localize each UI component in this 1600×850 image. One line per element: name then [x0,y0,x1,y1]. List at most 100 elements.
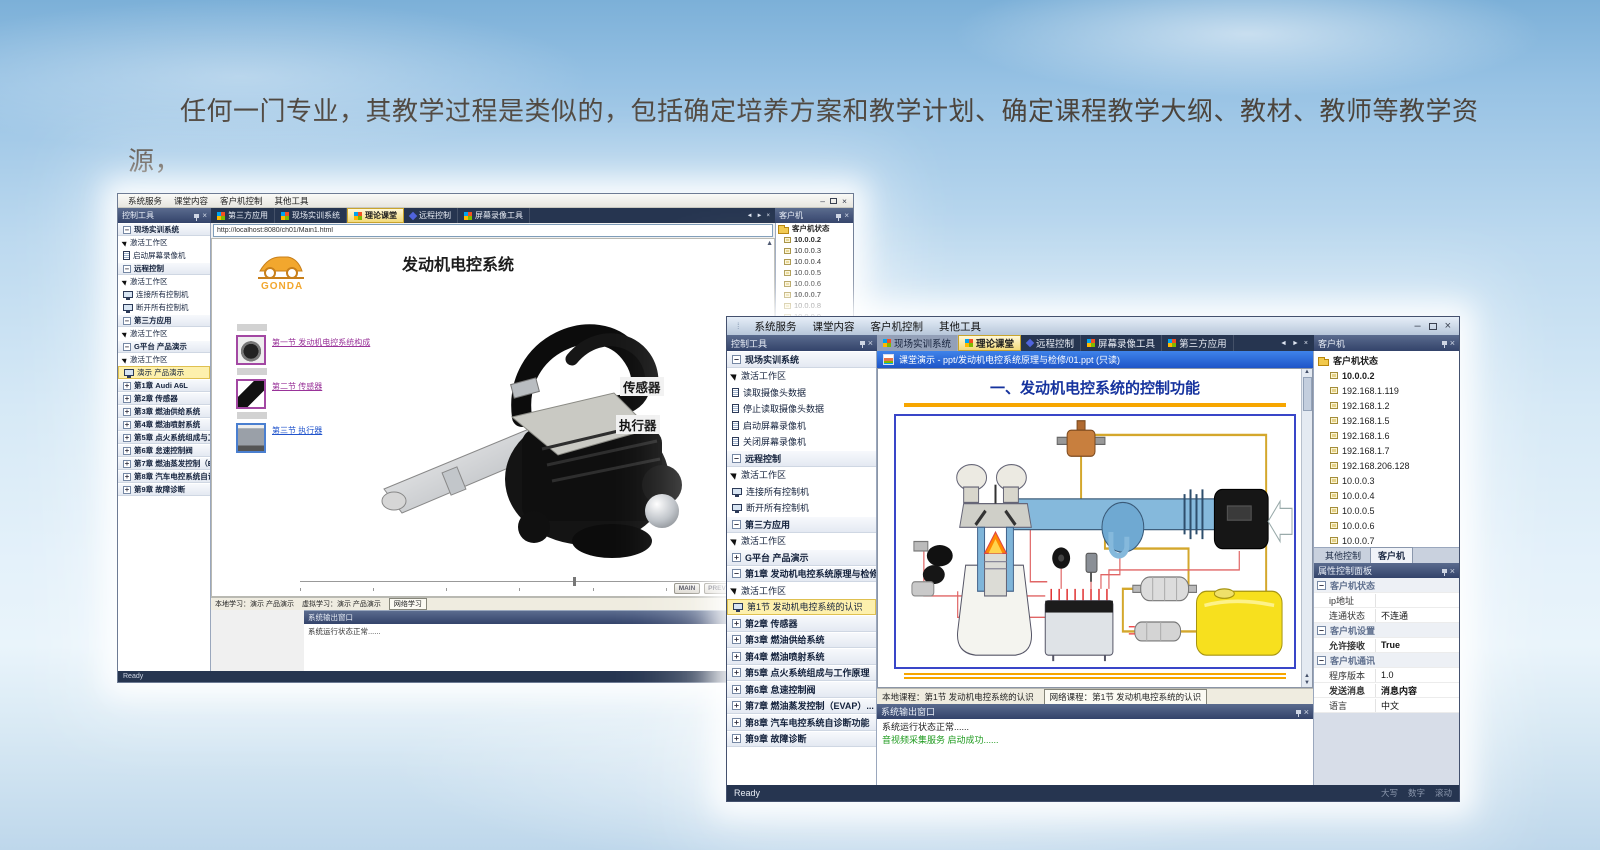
slider-thumb[interactable] [573,577,576,586]
tree-group[interactable]: +第2章 传感器 [118,392,210,405]
expand-icon[interactable]: + [732,668,741,677]
tree-item[interactable]: 激活工作区 [727,368,876,385]
section-link[interactable]: 第一节 发动机电控系统构成 [272,337,370,365]
minimize-icon[interactable]: – [820,196,825,206]
url-input[interactable] [213,224,773,237]
tree-item[interactable]: 激活工作区 [118,275,210,288]
property-row[interactable]: 程序版本1.0 [1314,668,1459,683]
expand-icon[interactable]: + [732,635,741,644]
property-value[interactable]: True [1376,640,1400,650]
menu-item[interactable]: 客户机控制 [871,319,924,334]
tree-group[interactable]: +第3章 燃油供给系统 [727,632,876,649]
collapse-icon[interactable]: − [1317,626,1326,635]
pin-icon[interactable] [194,214,199,218]
tree-item[interactable]: 演示 产品演示 [118,366,210,379]
minimize-icon[interactable]: – [1414,320,1420,332]
expand-icon[interactable]: + [123,395,131,403]
property-row[interactable]: ip地址 [1314,593,1459,608]
expand-icon[interactable]: + [123,460,131,468]
expand-icon[interactable]: + [732,685,741,694]
client-row[interactable]: 10.0.0.7 [776,289,853,300]
section-link[interactable]: 第三节 执行器 [272,425,322,453]
client-row[interactable]: 10.0.0.2 [1314,368,1459,383]
collapse-icon[interactable]: − [123,226,131,234]
client-row[interactable]: 10.0.0.6 [776,278,853,289]
client-row[interactable]: 10.0.0.7 [1314,533,1459,547]
tree-group[interactable]: −第1章 发动机电控系统原理与检修 [727,566,876,583]
client-row[interactable]: 10.0.0.3 [776,245,853,256]
tree-group[interactable]: −现场实训系统 [727,351,876,368]
client-row[interactable]: 192.168.1.2 [1314,398,1459,413]
close-icon[interactable]: × [844,211,849,220]
tree-group[interactable]: +第2章 传感器 [727,615,876,632]
pin-icon[interactable] [860,341,865,345]
pin-icon[interactable] [1442,569,1447,573]
course-tab[interactable]: 网络学习 [389,598,427,610]
scroll-up-icon[interactable]: ▲ [1304,369,1310,375]
menu-item[interactable]: 系统服务 [128,195,162,207]
expand-icon[interactable]: + [123,434,131,442]
slide-scrollbar[interactable]: ▲ ▲ ▼ [1301,369,1312,687]
workspace-tab[interactable]: 理论课堂 [347,208,404,223]
tree-item[interactable]: 连接所有控制机 [118,288,210,301]
tree-item[interactable]: 启动屏幕录像机 [118,249,210,262]
expand-icon[interactable]: + [732,553,741,562]
tree-item[interactable]: 第1节 发动机电控系统的认识 [727,599,876,616]
tree-item[interactable]: 激活工作区 [118,353,210,366]
scrollbar-thumb[interactable] [1303,377,1312,411]
client-row[interactable]: 10.0.0.3 [1314,473,1459,488]
expand-icon[interactable]: + [123,421,131,429]
tree-group[interactable]: +第9章 故障诊断 [727,731,876,748]
scroll-down-icon[interactable]: ▼ [1304,680,1310,686]
property-row[interactable]: 允许接收True [1314,638,1459,653]
section-thumbnail[interactable] [236,423,266,453]
close-icon[interactable]: × [1304,340,1308,347]
tree-item[interactable]: 断开所有控制机 [727,500,876,517]
client-root-folder[interactable]: 客户机状态 [1314,353,1459,368]
client-row[interactable]: 192.168.1.6 [1314,428,1459,443]
expand-icon[interactable]: + [123,486,131,494]
tree-group[interactable]: +第5章 点火系统组成与工作原理 [118,431,210,444]
expand-icon[interactable]: + [123,473,131,481]
tree-item[interactable]: 停止读取摄像头数据 [727,401,876,418]
close-icon[interactable]: × [202,211,207,220]
tab-next-icon[interactable]: ► [1292,340,1299,347]
client-row[interactable]: 10.0.0.4 [1314,488,1459,503]
menu-item[interactable]: 其他工具 [275,195,309,207]
close-icon[interactable]: × [1445,320,1451,332]
workspace-tab[interactable]: 现场实训系统 [877,335,958,351]
property-row[interactable]: 发送消息消息内容 [1314,683,1459,698]
restore-icon[interactable] [1429,323,1437,330]
scroll-up-icon[interactable]: ▲ [766,240,773,247]
panel-tab[interactable]: 其他控制 [1318,548,1368,563]
property-row[interactable]: 语言中文 [1314,698,1459,713]
property-value[interactable]: 不连通 [1376,609,1408,622]
tab-next-icon[interactable]: ► [757,213,763,219]
main-button[interactable]: MAIN [674,583,700,594]
menu-item[interactable]: 其他工具 [939,319,981,334]
client-row[interactable]: 10.0.0.5 [1314,503,1459,518]
tree-item[interactable]: 激活工作区 [118,327,210,340]
close-icon[interactable]: × [1450,338,1455,348]
tree-group[interactable]: +第1章 Audi A6L [118,379,210,392]
section-thumbnail[interactable] [236,335,266,365]
expand-icon[interactable]: + [732,652,741,661]
tree-group[interactable]: +G平台 产品演示 [727,549,876,566]
tree-group[interactable]: +第5章 点火系统组成与工作原理 [727,665,876,682]
collapse-icon[interactable]: − [1317,656,1326,665]
tree-group[interactable]: −现场实训系统 [118,223,210,236]
property-row[interactable]: 连通状态不连通 [1314,608,1459,623]
tree-item[interactable]: 激活工作区 [118,236,210,249]
workspace-tab[interactable]: 第三方应用 [1162,335,1234,351]
tree-group[interactable]: +第4章 燃油喷射系统 [118,418,210,431]
workspace-tab[interactable]: 屏幕录像工具 [458,208,530,223]
tree-group[interactable]: +第7章 燃油蒸发控制（EVAP）... [727,698,876,715]
menu-item[interactable]: 课堂内容 [174,195,208,207]
tree-group[interactable]: +第3章 燃油供给系统 [118,405,210,418]
client-row[interactable]: 10.0.0.6 [1314,518,1459,533]
menu-item[interactable]: 课堂内容 [813,319,855,334]
tree-group[interactable]: +第9章 故障诊断 [118,483,210,496]
menu-item[interactable]: 客户机控制 [220,195,263,207]
tree-item[interactable]: 断开所有控制机 [118,301,210,314]
collapse-icon[interactable]: − [1317,581,1326,590]
